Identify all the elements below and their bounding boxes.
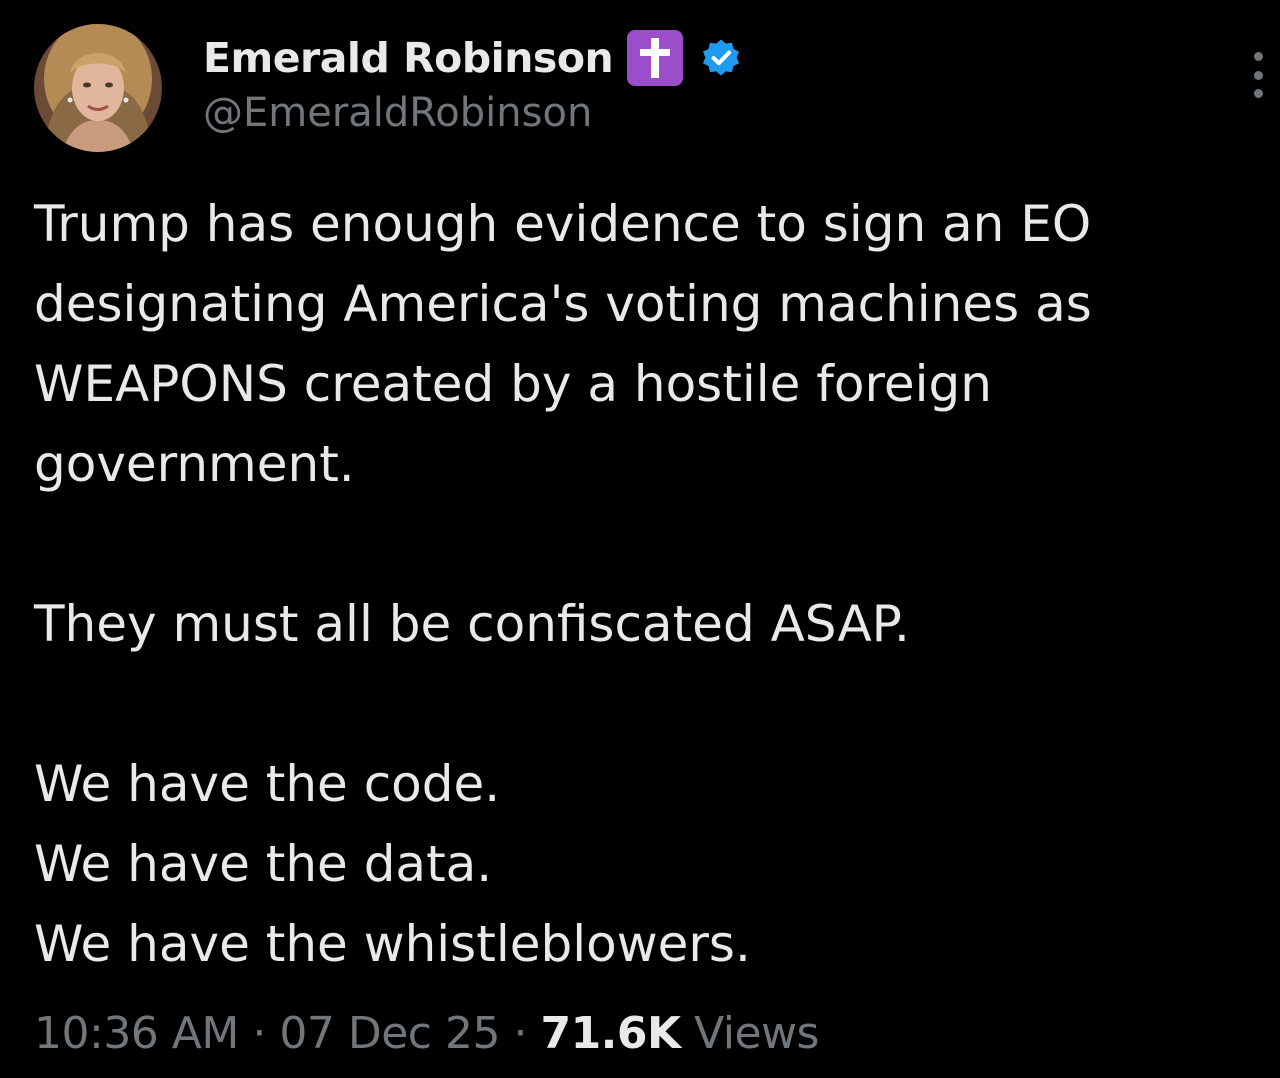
more-dot-icon	[1253, 89, 1263, 98]
author-display-name[interactable]: Emerald Robinson	[203, 34, 614, 82]
tweet-date[interactable]: 07 Dec 25	[279, 1008, 500, 1059]
more-options-icon[interactable]	[1248, 52, 1268, 98]
latin-cross-emoji-icon	[627, 30, 684, 86]
meta-separator: ·	[513, 1008, 527, 1059]
tweet-paragraph: Trump has enough evidence to sign an EO …	[34, 195, 1092, 493]
author-name-row: Emerald Robinson	[203, 28, 741, 88]
tweet-text: Trump has enough evidence to sign an EO …	[34, 184, 1249, 984]
more-dot-icon	[1253, 52, 1263, 61]
meta-separator: ·	[252, 1008, 266, 1059]
tweet-line: We have the code.	[34, 755, 501, 813]
tweet-line: We have the whistleblowers.	[34, 915, 751, 973]
more-dot-icon	[1253, 70, 1263, 80]
views-count[interactable]: 71.6K	[540, 1008, 681, 1059]
tweet-line: We have the data.	[34, 835, 493, 893]
views-label: Views	[694, 1008, 819, 1059]
tweet-paragraph: They must all be confiscated ASAP.	[34, 595, 910, 653]
tweet-meta: 10:36 AM · 07 Dec 25 · 71.6K Views	[34, 1004, 819, 1064]
tweet-time[interactable]: 10:36 AM	[34, 1008, 239, 1059]
tweet-card: Emerald Robinson @EmeraldRobinson Trump …	[0, 0, 1280, 1078]
verified-badge-icon	[703, 39, 740, 76]
author-handle[interactable]: @EmeraldRobinson	[203, 90, 592, 136]
avatar[interactable]	[34, 24, 162, 152]
